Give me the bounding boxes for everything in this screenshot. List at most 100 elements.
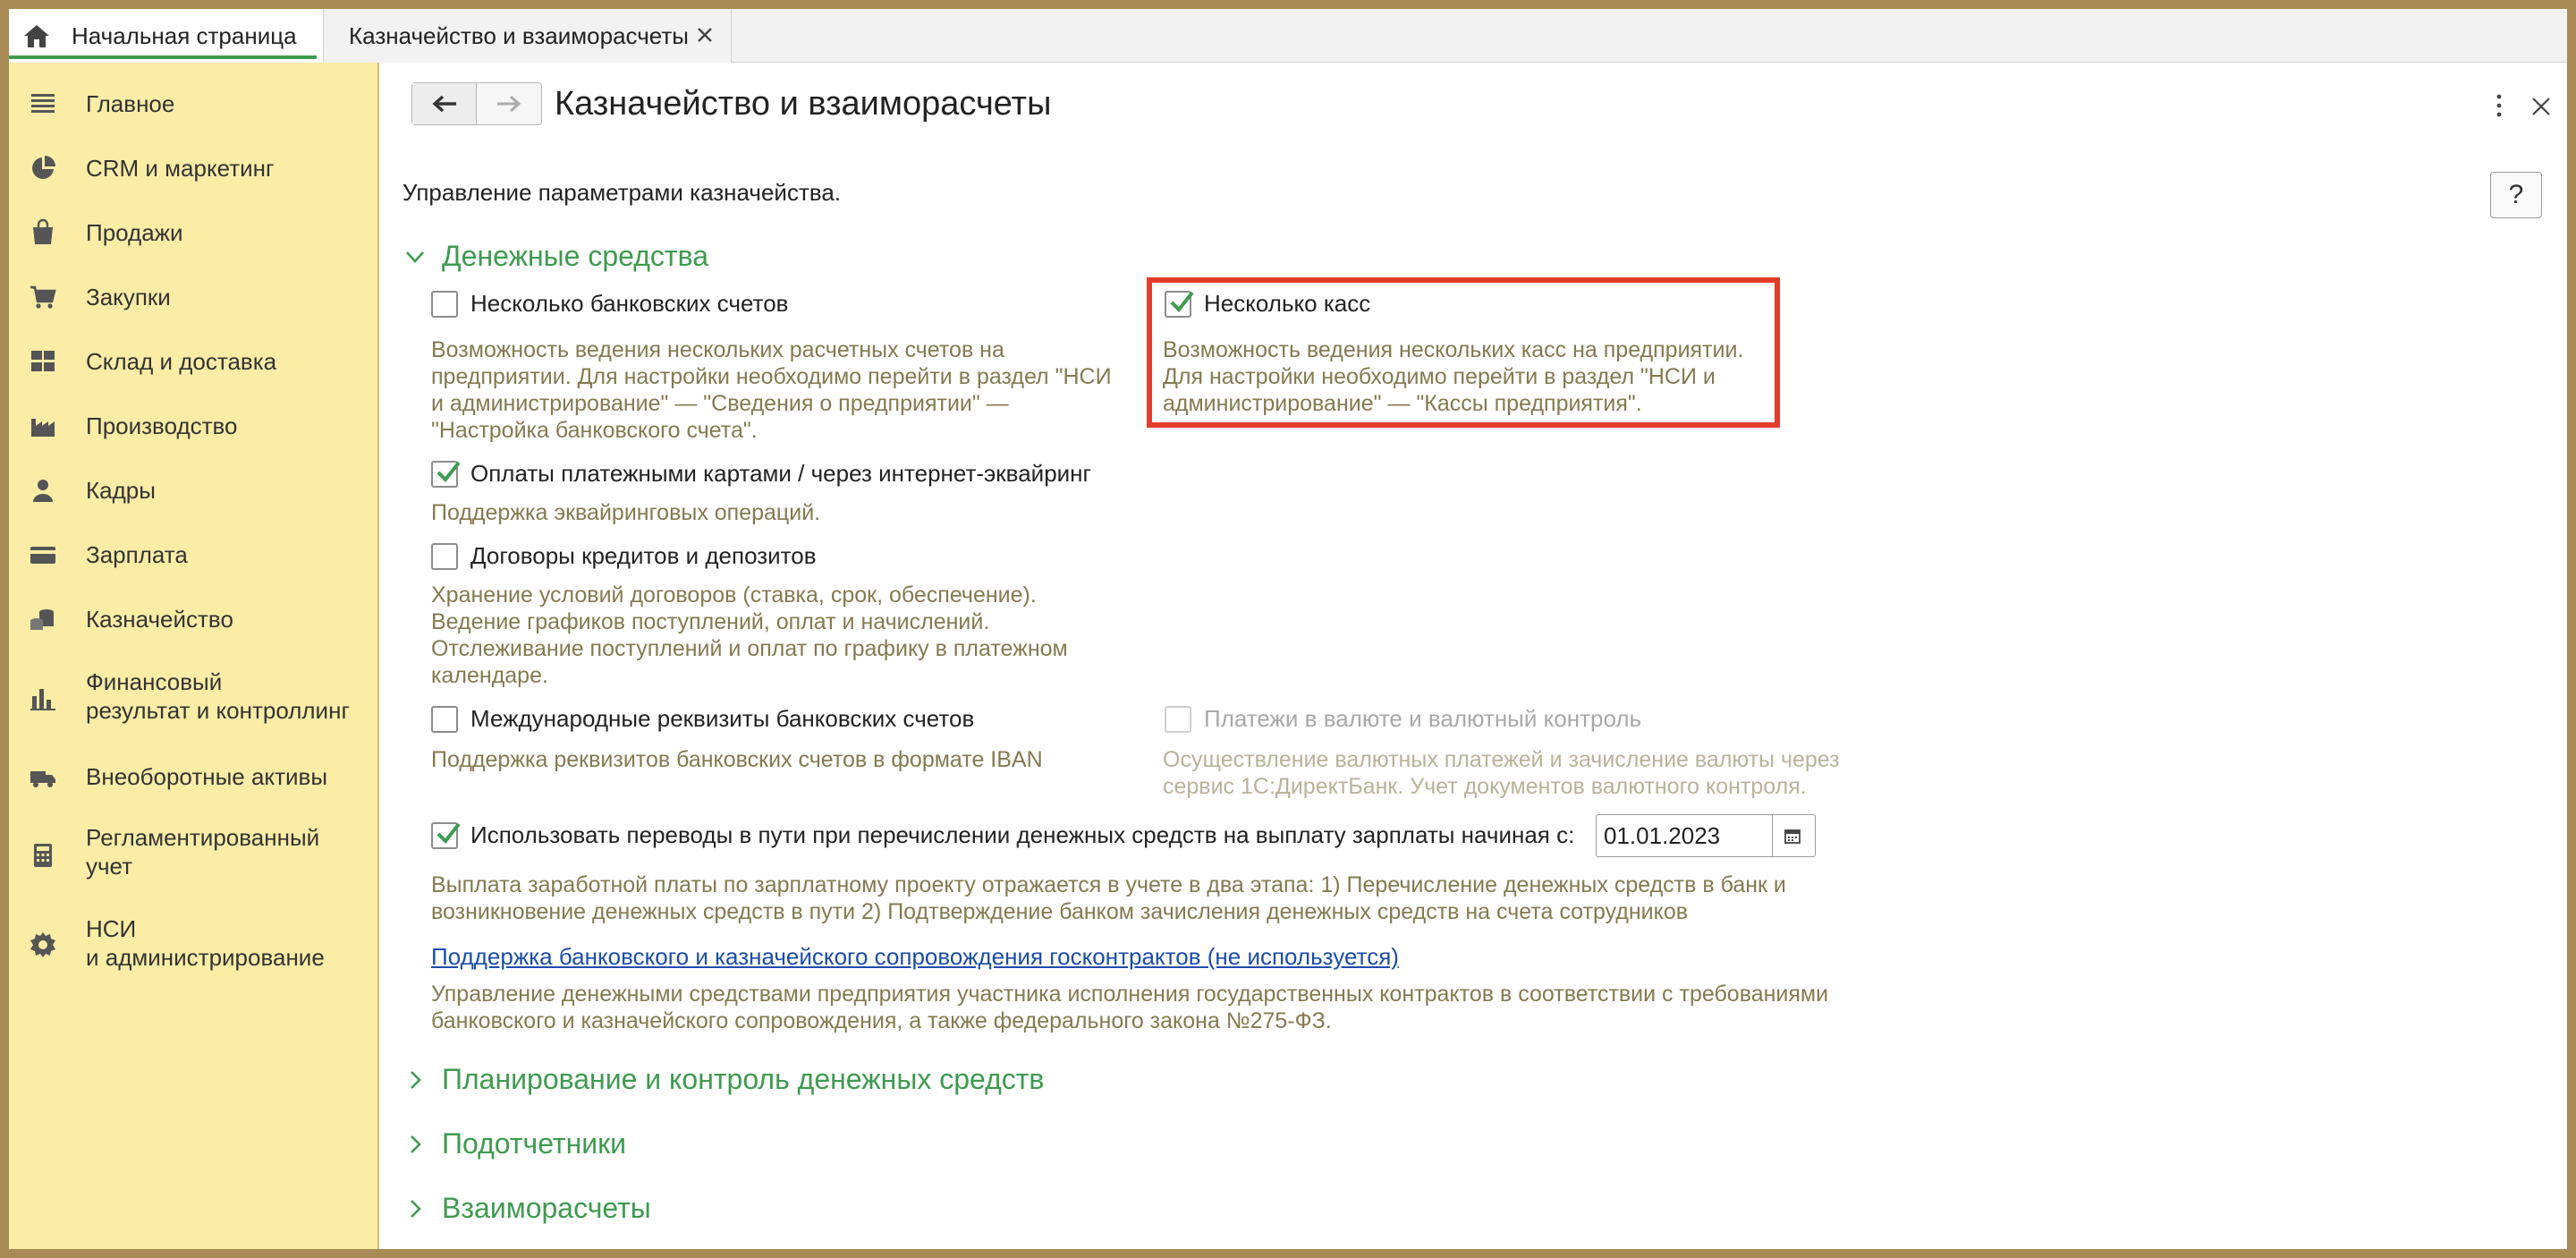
sidebar-item-admin[interactable]: НСИ и администрирование	[9, 913, 379, 977]
desc-line: возникновение денежных средств в пути 2)…	[431, 899, 1689, 924]
tab-bar: Начальная страница Казначейство и взаимо…	[9, 9, 2567, 63]
more-options-icon[interactable]	[2494, 93, 2504, 118]
desc-line: "Настройка банковского счета".	[431, 418, 758, 443]
cash-desks-checkbox[interactable]	[1165, 290, 1194, 318]
option-transit[interactable]: Использовать переводы в пути при перечис…	[431, 821, 1574, 849]
option-credit-contracts[interactable]: Договоры кредитов и депозитов	[431, 542, 817, 570]
gov-contracts-description: Управление денежными средствами предприя…	[431, 981, 1828, 1034]
section-planning-title: Планирование и контроль денежных средств	[442, 1063, 1045, 1095]
chevron-down-icon	[406, 251, 424, 263]
section-settlements-title: Взаиморасчеты	[442, 1192, 651, 1224]
page-subtitle: Управление параметрами казначейства.	[402, 179, 842, 206]
home-icon	[24, 25, 49, 47]
sidebar-item-regulated[interactable]: Регламентированный учет	[9, 821, 379, 886]
section-accountable[interactable]: Подотчетники	[402, 1127, 626, 1160]
history-nav	[411, 82, 542, 125]
desc-line: Управление денежными средствами предприя…	[431, 982, 1829, 1007]
warehouse-grid-icon	[31, 351, 55, 371]
sidebar-item-label: Финансовый	[86, 668, 223, 695]
sidebar-item-purchases[interactable]: Закупки	[9, 279, 379, 315]
coins-icon	[30, 609, 54, 630]
section-money[interactable]: Денежные средства	[402, 240, 708, 273]
desc-line: администрирование" — "Кассы предприятия"…	[1163, 391, 1642, 416]
sidebar-item-label: Кадры	[86, 477, 156, 504]
arrow-right-icon	[497, 95, 521, 113]
checkmark-icon	[1170, 291, 1194, 312]
tab-close-icon[interactable]	[693, 23, 716, 47]
sidebar-item-warehouse[interactable]: Склад и доставка	[9, 344, 379, 379]
chevron-right-icon	[411, 1070, 421, 1089]
page-title: Казначейство и взаиморасчеты	[555, 85, 1052, 123]
section-settlements[interactable]: Взаиморасчеты	[402, 1192, 651, 1225]
desc-line: Хранение условий договоров (ставка, срок…	[431, 582, 1037, 608]
sidebar-item-label: Зарплата	[86, 541, 188, 568]
card-payments-label: Оплаты платежными картами / через интерн…	[470, 460, 1092, 487]
sidebar-item-sales[interactable]: Продажи	[9, 215, 379, 251]
sidebar-item-label: Главное	[86, 90, 175, 117]
truck-icon	[30, 771, 55, 787]
card-payments-checkbox[interactable]	[431, 460, 461, 488]
sidebar-item-label-line2: и администрирование	[86, 944, 325, 971]
credit-contracts-checkbox[interactable]	[431, 542, 458, 570]
transit-label: Использовать переводы в пути при перечис…	[470, 821, 1575, 848]
bank-accounts-description: Возможность ведения нескольких расчетных…	[431, 336, 1112, 444]
sidebar-item-production[interactable]: Производство	[9, 408, 379, 444]
chevron-right-icon	[411, 1199, 421, 1218]
credit-contracts-label: Договоры кредитов и депозитов	[470, 542, 817, 569]
tab-home-label: Начальная страница	[72, 21, 297, 49]
sidebar-item-finance[interactable]: Финансовый результат и контроллинг	[9, 666, 379, 730]
main-panel: Казначейство и взаиморасчеты ? Управлени…	[381, 63, 2567, 1249]
currency-label: Платежи в валюте и валютный контроль	[1204, 705, 1642, 732]
help-button[interactable]: ?	[2490, 172, 2542, 218]
tab-treasury-label: Казначейство и взаиморасчеты	[349, 21, 689, 49]
section-planning[interactable]: Планирование и контроль денежных средств	[402, 1063, 1044, 1096]
card-icon	[30, 547, 55, 564]
sidebar-item-label-line2: учет	[86, 853, 133, 880]
close-icon[interactable]	[2529, 95, 2553, 118]
transit-date-field[interactable]	[1596, 814, 1816, 857]
option-card-payments[interactable]: Оплаты платежными картами / через интерн…	[431, 460, 1091, 488]
cart-icon	[30, 285, 56, 309]
desc-line: Для настройки необходимо перейти в разде…	[1163, 364, 1716, 389]
desc-line: Возможность ведения нескольких расчетных…	[431, 337, 1004, 362]
bar-chart-icon	[30, 689, 55, 710]
sidebar-item-hr[interactable]: Кадры	[9, 472, 379, 508]
desc-line: Возможность ведения нескольких касс на п…	[1163, 337, 1744, 362]
option-iban[interactable]: Международные реквизиты банковских счето…	[431, 705, 974, 733]
tab-home[interactable]: Начальная страница	[9, 9, 324, 63]
sidebar-item-crm[interactable]: CRM и маркетинг	[9, 150, 379, 186]
desc-line: календаре.	[431, 663, 548, 688]
sidebar-item-main[interactable]: Главное	[9, 86, 379, 122]
sidebar-item-fixed-assets[interactable]: Внеоборотные активы	[9, 759, 379, 795]
sidebar-item-label: Внеоборотные активы	[86, 763, 328, 790]
iban-description: Поддержка реквизитов банковских счетов в…	[431, 746, 1043, 773]
gov-contracts-link[interactable]: Поддержка банковского и казначейского со…	[431, 943, 1399, 971]
person-icon	[33, 480, 53, 502]
sidebar-item-label: CRM и маркетинг	[86, 155, 275, 182]
sidebar-item-salary[interactable]: Зарплата	[9, 537, 379, 573]
sidebar-item-label-line2: результат и контроллинг	[86, 697, 350, 724]
tab-treasury[interactable]: Казначейство и взаиморасчеты	[324, 9, 732, 63]
iban-checkbox[interactable]	[431, 705, 458, 733]
factory-icon	[31, 419, 55, 437]
transit-checkbox[interactable]	[431, 821, 461, 849]
desc-line: Осуществление валютных платежей и зачисл…	[1163, 747, 1840, 772]
calendar-button[interactable]	[1772, 815, 1811, 856]
currency-checkbox	[1165, 705, 1191, 733]
section-money-title: Денежные средства	[442, 240, 708, 272]
currency-description: Осуществление валютных платежей и зачисл…	[1163, 746, 1840, 800]
iban-label: Международные реквизиты банковских счето…	[470, 705, 975, 732]
back-button[interactable]	[412, 83, 477, 124]
desc-line: сервис 1С:ДиректБанк. Учет документов ва…	[1163, 774, 1807, 799]
desc-line: Ведение графиков поступлений, оплат и на…	[431, 609, 990, 634]
forward-button[interactable]	[477, 83, 541, 124]
transit-date-input[interactable]	[1597, 816, 1772, 855]
bank-accounts-checkbox[interactable]	[431, 290, 458, 318]
app-window: Начальная страница Казначейство и взаимо…	[9, 9, 2567, 1249]
calendar-icon	[1784, 829, 1801, 844]
sidebar-item-label: Казначейство	[86, 606, 233, 633]
calculator-icon	[34, 844, 52, 867]
sidebar-item-treasury[interactable]: Казначейство	[9, 601, 379, 637]
option-bank-accounts[interactable]: Несколько банковских счетов	[431, 290, 788, 318]
option-cash-desks[interactable]: Несколько касс	[1165, 290, 1370, 318]
